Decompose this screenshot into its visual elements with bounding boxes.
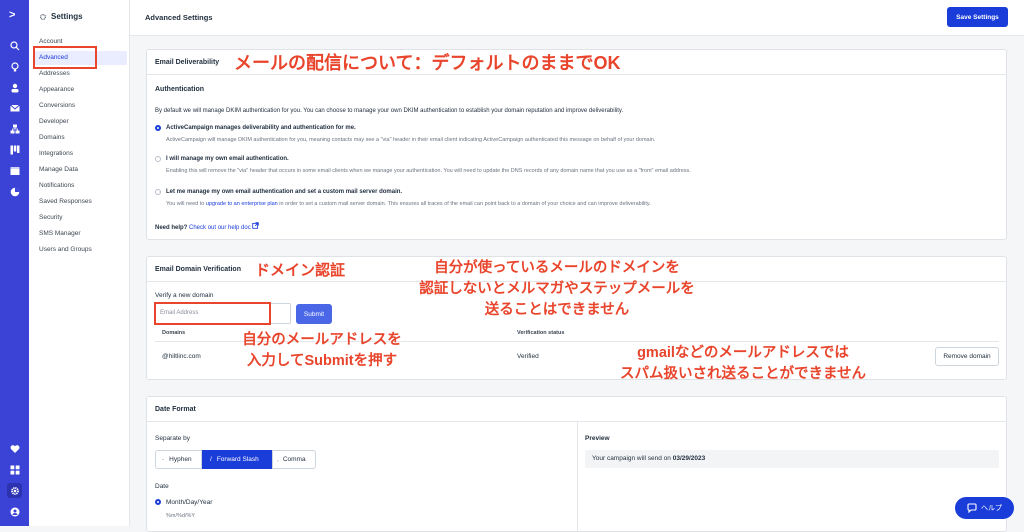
option-3-desc: You will need to upgrade to an enterpris… — [166, 201, 651, 207]
annotation-line: 自分のメールアドレスを — [242, 332, 402, 348]
annotation-domain-explain: 自分が使っているメールのドメインを 認証しないとメルマガやステップメールを 送る… — [404, 258, 710, 321]
annotation-deliverability: メールの配信について：デフォルトのままでOK — [234, 53, 621, 73]
col-domains: Domains — [162, 330, 186, 336]
option-1-title[interactable]: ActiveCampaign manages deliverability an… — [166, 125, 356, 131]
annotation-box-advanced — [33, 46, 97, 69]
comma-option[interactable]: , Comma — [272, 450, 316, 469]
comma-label: Comma — [282, 456, 306, 463]
card-title: Date Format — [147, 397, 1006, 422]
verify-label: Verify a new domain — [155, 292, 214, 299]
date-option-label[interactable]: Month/Day/Year — [166, 499, 212, 506]
radio-option-2[interactable] — [155, 156, 161, 162]
option-3-desc-pre: You will need to — [166, 201, 205, 207]
search-icon[interactable] — [7, 38, 22, 53]
annotation-line: 自分が使っているメールのドメインを — [434, 260, 680, 276]
sidebar-item-security[interactable]: SMS Manager — [39, 230, 81, 237]
preview-label: Preview — [585, 435, 610, 442]
annotation-line: 送ることはできません — [484, 302, 630, 318]
hyphen-symbol: - — [162, 456, 165, 463]
site-icon[interactable] — [7, 163, 22, 178]
sidebar-item-addresses[interactable]: Addresses — [39, 70, 70, 77]
option-3-desc-post: in order to set a custom mail server dom… — [279, 201, 651, 207]
contacts-icon[interactable] — [7, 80, 22, 95]
col-status: Verification status — [517, 330, 565, 336]
settings-header: Settings — [39, 12, 83, 21]
lightbulb-icon[interactable] — [7, 59, 22, 74]
help-line: Need help? Check out our help doc — [155, 222, 260, 231]
sidebar-item-account[interactable]: Account — [39, 38, 63, 45]
date-label: Date — [155, 483, 169, 490]
hyphen-option[interactable]: - Hyphen — [155, 450, 202, 469]
page-title: Advanced Settings — [145, 13, 213, 22]
gear-icon[interactable] — [7, 483, 22, 498]
annotation-box-email-input — [154, 302, 271, 325]
icon-rail: > — [0, 0, 29, 526]
radio-date-mdy[interactable] — [155, 499, 161, 505]
option-2-desc: Enabling this will remove the "via" head… — [166, 168, 691, 174]
sidebar-item-sms-manager[interactable]: Users and Groups — [39, 246, 92, 253]
option-1-desc: ActiveCampaign will manage DKIM authenti… — [166, 137, 656, 143]
preview-text: Your campaign will send on — [592, 455, 671, 462]
intro-text: By default we will manage DKIM authentic… — [155, 108, 624, 114]
settings-sidebar: Settings Account Advanced Addresses Appe… — [29, 0, 130, 526]
sidebar-item-developer[interactable]: Developer — [39, 118, 69, 125]
annotation-line: スパム扱いされ送ることができません — [619, 366, 867, 382]
status-cell: Verified — [517, 353, 539, 360]
heart-icon[interactable] — [7, 441, 22, 456]
submit-button[interactable]: Submit — [296, 304, 332, 324]
reports-icon[interactable] — [7, 184, 22, 199]
top-bar: Advanced Settings Save Settings — [130, 0, 1024, 36]
help-prefix: Need help? — [155, 225, 188, 231]
sidebar-item-manage-data[interactable]: Manage Data — [39, 166, 78, 173]
date-pattern: %m/%d/%Y — [166, 513, 196, 519]
radio-option-3[interactable] — [155, 189, 161, 195]
settings-title: Settings — [51, 12, 83, 21]
annotation-gmail-warning: gmailなどのメールアドレスでは スパム扱いされ送ることができません — [578, 343, 908, 385]
sidebar-item-referrals[interactable]: Saved Responses — [39, 198, 92, 205]
sidebar-item-domains[interactable]: Domains — [39, 134, 65, 141]
external-link-icon — [252, 222, 260, 229]
annotation-input-instruction: 自分のメールアドレスを 入力してSubmitを押す — [222, 330, 422, 372]
separate-by-label: Separate by — [155, 435, 191, 442]
upgrade-link[interactable]: upgrade to an enterprise plan — [206, 201, 278, 207]
section-title: Authentication — [155, 86, 204, 93]
avatar-icon[interactable] — [7, 504, 22, 519]
sidebar-item-integrations[interactable]: Integrations — [39, 150, 73, 157]
forward-slash-option[interactable]: / Forward Slash — [202, 450, 272, 469]
date-format-card: Date Format Separate by - Hyphen / Forward… — [146, 396, 1007, 532]
annotation-line: gmailなどのメールアドレスでは — [637, 345, 849, 361]
email-deliverability-card: Email Deliverability Authentication By d… — [146, 49, 1007, 240]
gear-icon — [39, 13, 47, 20]
annotation-line: 入力してSubmitを押す — [246, 353, 398, 369]
remove-domain-button[interactable]: Remove domain — [935, 347, 999, 366]
automations-icon[interactable] — [7, 121, 22, 136]
preview-date: 03/29/2023 — [672, 455, 706, 462]
slash-symbol: / — [210, 456, 212, 463]
pipeline-icon[interactable] — [7, 142, 22, 157]
logo-icon[interactable]: > — [9, 10, 20, 21]
preview-box: Your campaign will send on 03/29/2023 — [585, 450, 999, 468]
option-3-title[interactable]: Let me manage my own email authenticatio… — [166, 189, 402, 195]
hyphen-label: Hyphen — [169, 456, 192, 463]
sidebar-item-conversions[interactable]: Conversions — [39, 102, 75, 109]
comma-symbol: , — [277, 456, 279, 463]
help-doc-link[interactable]: Check out our help doc — [189, 225, 251, 231]
chat-icon — [967, 503, 977, 513]
help-button[interactable]: ヘルプ — [955, 497, 1014, 519]
sidebar-item-saved-responses[interactable]: Security — [39, 214, 62, 221]
slash-label: Forward Slash — [216, 456, 259, 463]
option-2-title[interactable]: I will manage my own email authenticatio… — [166, 156, 289, 162]
domain-cell: @hiltlinc.com — [162, 353, 201, 360]
save-settings-button[interactable]: Save Settings — [947, 7, 1008, 27]
sidebar-item-notifications[interactable]: Notifications — [39, 182, 74, 189]
annotation-domain-auth: ドメイン認証 — [255, 262, 346, 279]
sidebar-item-appearance[interactable]: Appearance — [39, 86, 74, 93]
column-divider — [577, 422, 578, 532]
email-icon[interactable] — [7, 100, 22, 115]
radio-option-1[interactable] — [155, 125, 161, 131]
help-label: ヘルプ — [981, 505, 1002, 512]
annotation-line: 認証しないとメルマガやステップメールを — [419, 281, 695, 297]
apps-icon[interactable] — [7, 462, 22, 477]
